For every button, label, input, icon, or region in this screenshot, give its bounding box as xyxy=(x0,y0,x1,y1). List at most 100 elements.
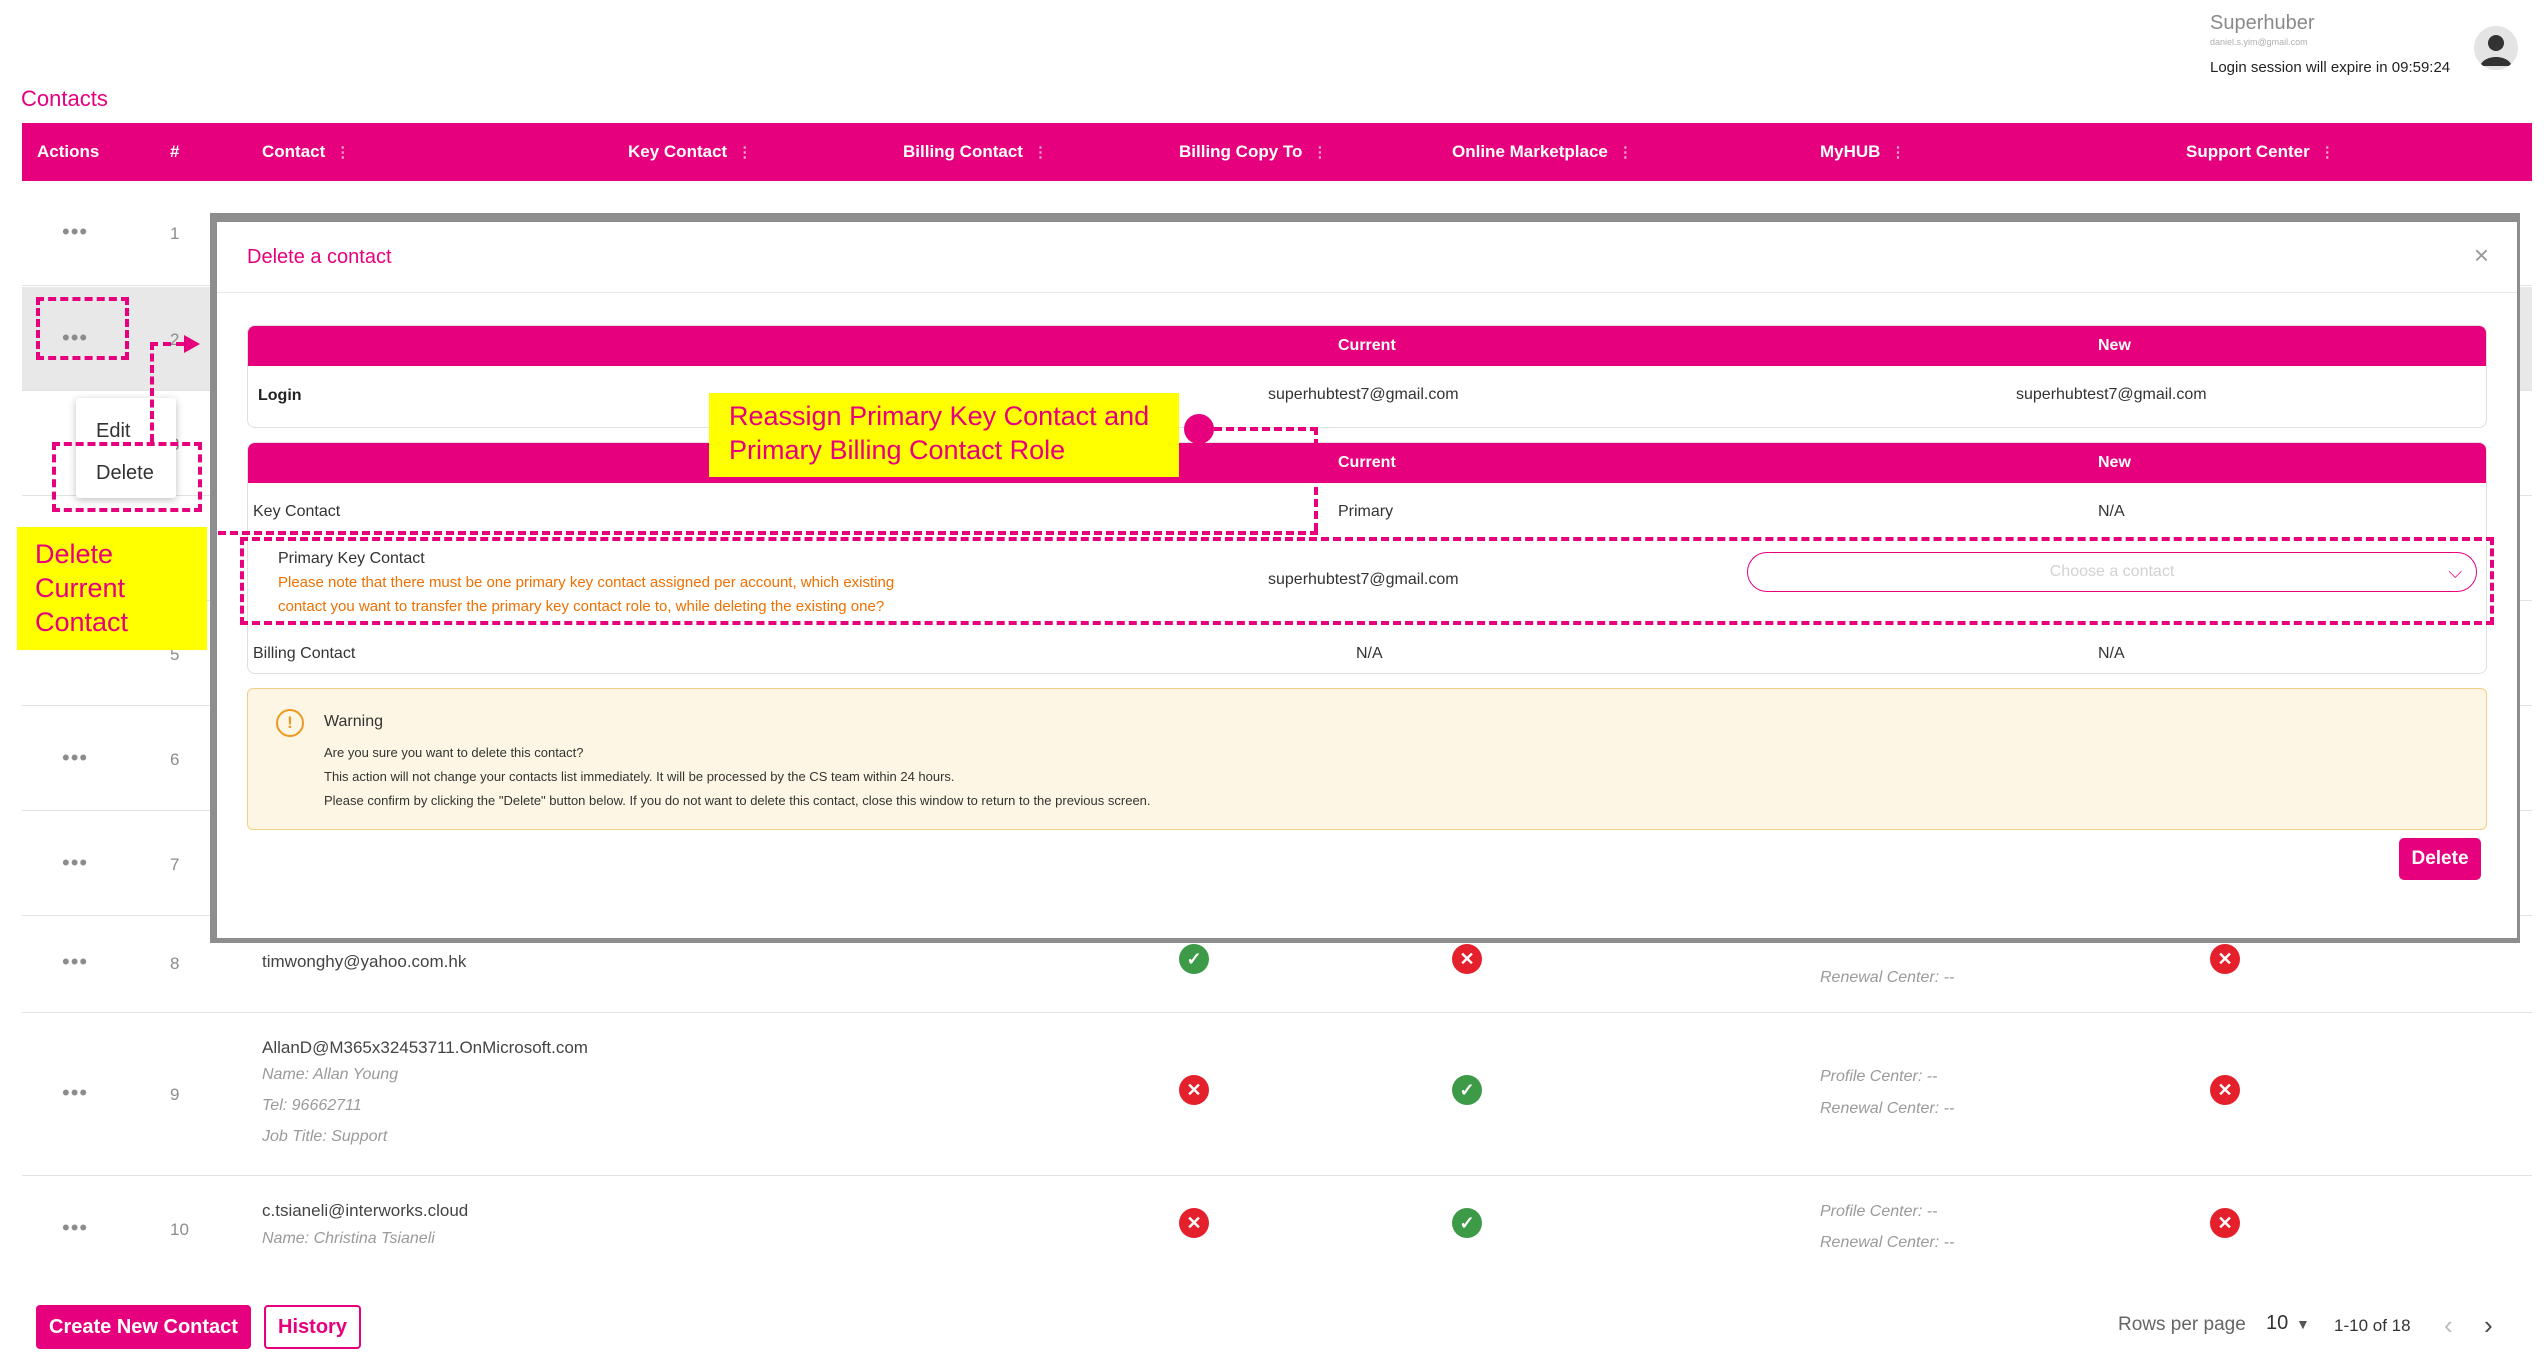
column-myhub[interactable]: MyHUB ⋮ xyxy=(1820,123,1905,181)
login-table-header: Current New xyxy=(248,326,2486,366)
table-row: ••• 9 AllanD@M365x32453711.OnMicrosoft.c… xyxy=(22,1014,2532,1176)
current-header: Current xyxy=(1338,337,1396,354)
login-table: Current New Login superhubtest7@gmail.co… xyxy=(247,325,2487,428)
key-contact-current: Primary xyxy=(1338,503,1394,520)
history-button[interactable]: History xyxy=(264,1305,361,1349)
row-number: 6 xyxy=(170,750,180,769)
row-actions-button[interactable]: ••• xyxy=(62,1215,88,1241)
row-actions-button[interactable]: ••• xyxy=(62,850,88,876)
contact-email[interactable]: c.tsianeli@interworks.cloud xyxy=(262,1201,468,1221)
column-key-contact-label: Key Contact xyxy=(628,142,728,161)
sort-icon[interactable]: ⋮ xyxy=(1890,144,1905,161)
key-contact-label: Key Contact xyxy=(253,503,341,520)
row-actions-button[interactable]: ••• xyxy=(62,219,88,245)
table-header: Actions # Contact ⋮ Key Contact ⋮ Billing … xyxy=(22,123,2532,181)
login-label: Login xyxy=(258,387,302,404)
contact-job-title: Job Title: Support xyxy=(262,1128,388,1145)
myhub-renewal-center: Renewal Center: -- xyxy=(1820,1234,1955,1251)
annotation-dot xyxy=(1184,414,1214,444)
check-icon: ✓ xyxy=(1179,944,1209,974)
login-new: superhubtest7@gmail.com xyxy=(2016,386,2207,403)
user-name: Superhuber xyxy=(2210,12,2315,34)
myhub-profile-center: Profile Center: -- xyxy=(1820,1203,1938,1220)
cross-icon: ✕ xyxy=(1179,1075,1209,1105)
myhub-renewal-center: Renewal Center: -- xyxy=(1820,969,1955,986)
billing-contact-current: N/A xyxy=(1356,645,1383,662)
sort-icon[interactable]: ⋮ xyxy=(2320,144,2335,161)
annotation-text: Current xyxy=(35,573,126,603)
user-icon xyxy=(2474,26,2518,70)
annotation-connector xyxy=(218,531,1318,535)
current-header: Current xyxy=(1338,454,1396,471)
sort-icon[interactable]: ⋮ xyxy=(737,144,752,161)
column-online-marketplace-label: Online Marketplace xyxy=(1452,142,1608,161)
cross-icon: ✕ xyxy=(2210,1075,2240,1105)
column-support-center-label: Support Center xyxy=(2186,142,2310,161)
myhub-renewal-center: Renewal Center: -- xyxy=(1820,1100,1955,1117)
row-number: 8 xyxy=(170,954,180,973)
row-number: 10 xyxy=(170,1220,189,1239)
dialog-divider xyxy=(217,292,2517,293)
delete-button[interactable]: Delete xyxy=(2399,838,2481,880)
warning-title: Warning xyxy=(324,713,383,730)
column-key-contact[interactable]: Key Contact ⋮ xyxy=(628,123,752,181)
column-online-marketplace[interactable]: Online Marketplace ⋮ xyxy=(1452,123,1633,181)
cross-icon: ✕ xyxy=(2210,1208,2240,1238)
column-number: # xyxy=(170,142,180,161)
close-icon[interactable]: × xyxy=(2474,240,2489,271)
sort-icon[interactable]: ⋮ xyxy=(1618,144,1633,161)
sort-icon[interactable]: ⋮ xyxy=(1312,144,1327,161)
create-new-contact-button[interactable]: Create New Contact xyxy=(36,1305,251,1349)
annotation-delete-current-contact: Delete Current Contact xyxy=(17,527,207,650)
annotation-connector xyxy=(150,342,154,442)
chevron-right-icon[interactable]: › xyxy=(2484,1310,2493,1341)
column-contact[interactable]: Contact ⋮ xyxy=(262,123,350,181)
table-row: ••• 10 c.tsianeli@interworks.cloud Name:… xyxy=(22,1177,2532,1277)
row-actions-button[interactable]: ••• xyxy=(62,949,88,975)
row-actions-button[interactable]: ••• xyxy=(62,745,88,771)
menu-item-edit[interactable]: Edit xyxy=(96,420,130,443)
annotation-reassign-role: Reassign Primary Key Contact and Primary… xyxy=(709,393,1179,477)
row-number: 9 xyxy=(170,1085,180,1104)
annotation-connector xyxy=(1214,427,1318,431)
column-contact-label: Contact xyxy=(262,142,326,161)
annotation-box-primary-key-contact xyxy=(240,537,2494,625)
contact-name: Name: Allan Young xyxy=(262,1066,399,1083)
column-myhub-label: MyHUB xyxy=(1820,142,1881,161)
warning-text: This action will not change your contact… xyxy=(324,769,955,784)
warning-icon: ! xyxy=(276,709,304,737)
avatar[interactable] xyxy=(2474,26,2518,70)
rows-per-page-select[interactable]: 10 xyxy=(2266,1312,2288,1335)
page-title: Contacts xyxy=(21,86,108,111)
cross-icon: ✕ xyxy=(1179,1208,1209,1238)
column-billing-copy-to[interactable]: Billing Copy To ⋮ xyxy=(1179,123,1327,181)
contact-tel: Tel: 96662711 xyxy=(262,1097,362,1114)
caret-down-icon[interactable]: ▼ xyxy=(2296,1316,2310,1332)
column-billing-contact[interactable]: Billing Contact ⋮ xyxy=(903,123,1048,181)
annotation-arrow-icon xyxy=(184,335,200,353)
new-header: New xyxy=(2098,337,2131,354)
row-number: 7 xyxy=(170,855,180,874)
key-contact-new: N/A xyxy=(2098,503,2125,520)
sort-icon[interactable]: ⋮ xyxy=(335,144,350,161)
user-block: Superhuber daniel.s.yim@gmail.com Login … xyxy=(2210,12,2450,76)
annotation-connector xyxy=(150,342,184,346)
contact-email[interactable]: timwonghy@yahoo.com.hk xyxy=(262,952,466,972)
annotation-text: Delete xyxy=(35,539,114,569)
cross-icon: ✕ xyxy=(1452,944,1482,974)
myhub-profile-center: Profile Center: -- xyxy=(1820,1068,1938,1085)
contact-email[interactable]: AllanD@M365x32453711.OnMicrosoft.com xyxy=(262,1038,588,1058)
column-support-center[interactable]: Support Center ⋮ xyxy=(2186,123,2335,181)
annotation-text: Contact xyxy=(35,607,129,637)
annotation-box-actions xyxy=(36,297,129,360)
billing-contact-label: Billing Contact xyxy=(253,645,356,662)
session-timer: Login session will expire in 09:59:24 xyxy=(2210,59,2451,76)
row-actions-button[interactable]: ••• xyxy=(62,1080,88,1106)
check-icon: ✓ xyxy=(1452,1208,1482,1238)
chevron-left-icon[interactable]: ‹ xyxy=(2444,1310,2453,1341)
cross-icon: ✕ xyxy=(2210,944,2240,974)
dialog-title: Delete a contact xyxy=(247,246,392,268)
column-actions: Actions xyxy=(37,142,100,161)
sort-icon[interactable]: ⋮ xyxy=(1033,144,1048,161)
contact-name: Name: Christina Tsianeli xyxy=(262,1230,435,1247)
